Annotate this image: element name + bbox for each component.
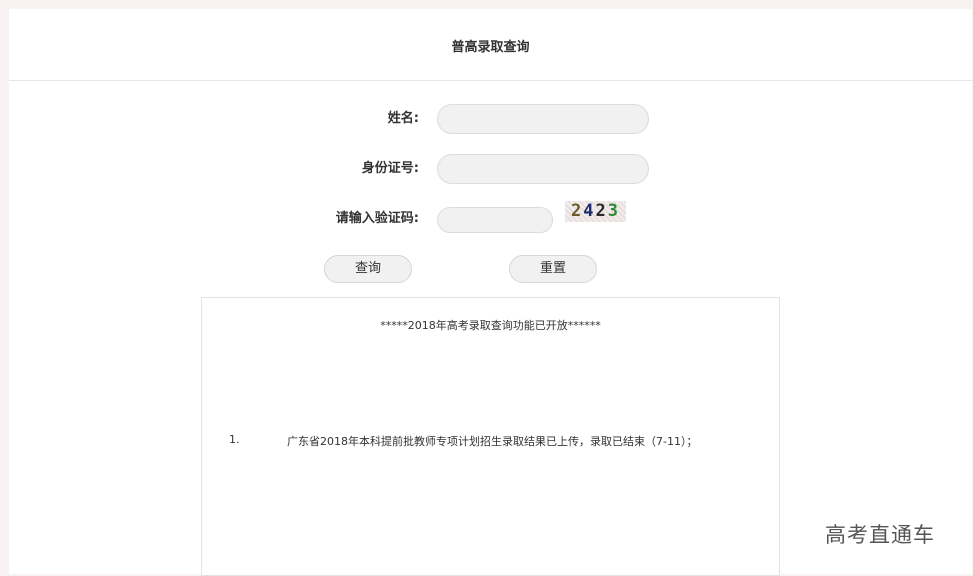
notice-heading: *****2018年高考录取查询功能已开放****** (380, 319, 601, 332)
page-title: 普高录取查询 (451, 39, 530, 55)
query-panel: 普高录取查询 姓名: 身份证号: 请输入验证码: 2423 查询 重置 ****… (9, 9, 972, 576)
name-label: 姓名: (387, 111, 419, 126)
watermark-logo: 高考直通车 (825, 523, 935, 547)
captcha-label: 请输入验证码: (335, 211, 419, 226)
captcha-image[interactable]: 2423 (565, 201, 626, 222)
captcha-row: 请输入验证码: 2423 (9, 201, 972, 234)
id-number-row: 身份证号: (9, 154, 972, 184)
notice-box: *****2018年高考录取查询功能已开放****** 1. 广东省2018年本… (201, 297, 780, 576)
notice-item-number: 1. (229, 433, 240, 446)
name-input[interactable] (437, 104, 649, 134)
id-number-label: 身份证号: (361, 161, 419, 176)
panel-header: 普高录取查询 (9, 9, 972, 81)
captcha-digit: 4 (583, 201, 596, 221)
notice-item-text[interactable]: 广东省2018年本科提前批教师专项计划招生录取结果已上传，录取已结束（7-11）… (287, 433, 697, 449)
reset-button[interactable]: 重置 (509, 255, 597, 283)
query-button[interactable]: 查询 (324, 255, 412, 283)
id-number-input[interactable] (437, 154, 649, 184)
captcha-digit: 3 (607, 201, 620, 221)
captcha-digit: 2 (595, 201, 608, 221)
captcha-digit: 2 (571, 201, 584, 221)
name-row: 姓名: (9, 104, 972, 134)
captcha-input[interactable] (437, 207, 553, 233)
